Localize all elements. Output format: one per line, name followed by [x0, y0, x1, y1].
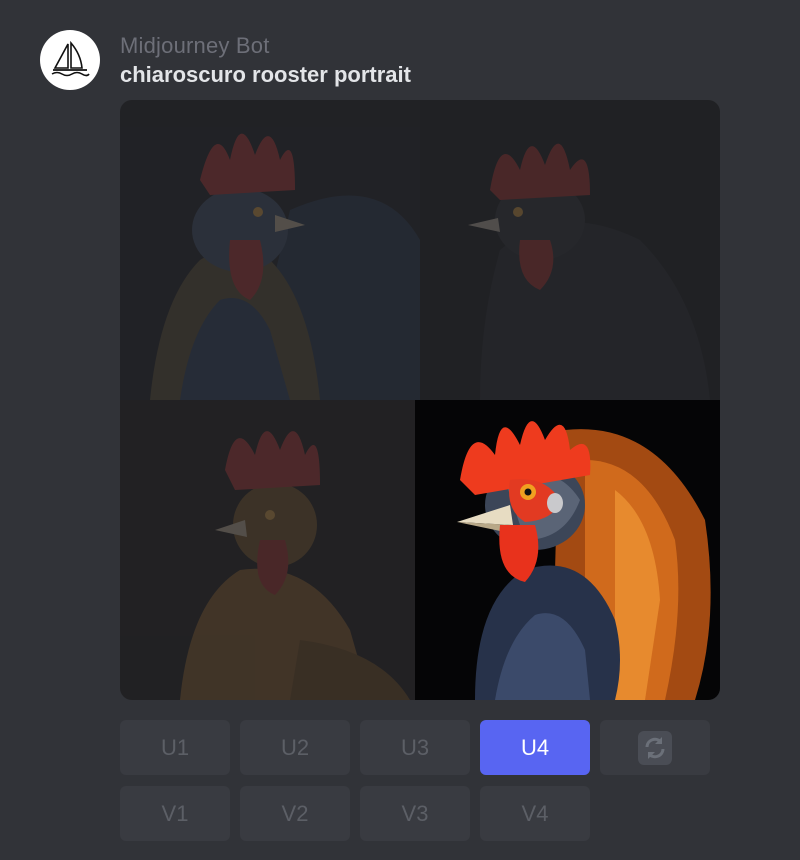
rooster-image-2[interactable]: [420, 100, 720, 400]
variation-button-v4[interactable]: V4: [480, 786, 590, 841]
rooster-image-4[interactable]: [415, 400, 720, 700]
refresh-icon: [638, 730, 672, 765]
reroll-button[interactable]: [600, 720, 710, 775]
variation-button-v1[interactable]: V1: [120, 786, 230, 841]
rooster-image-1[interactable]: [120, 100, 420, 400]
variation-button-v3[interactable]: V3: [360, 786, 470, 841]
image-grid[interactable]: [120, 100, 720, 700]
prompt-text: chiaroscuro rooster portrait: [120, 62, 411, 87]
variation-button-v2[interactable]: V2: [240, 786, 350, 841]
sailboat-logo-icon: [51, 40, 90, 77]
bot-avatar[interactable]: [40, 30, 100, 90]
upscale-button-u1[interactable]: U1: [120, 720, 230, 775]
author-name[interactable]: Midjourney Bot: [120, 33, 270, 59]
upscale-button-u2[interactable]: U2: [240, 720, 350, 775]
upscale-button-u3[interactable]: U3: [360, 720, 470, 775]
chat-message: Midjourney Bot chiaroscuro rooster portr…: [0, 0, 800, 860]
rooster-image-3[interactable]: [120, 400, 420, 700]
variation-button-row: V1 V2 V3 V4: [120, 786, 590, 841]
upscale-button-row: U1 U2 U3 U4: [120, 720, 710, 775]
upscale-button-u4[interactable]: U4: [480, 720, 590, 775]
